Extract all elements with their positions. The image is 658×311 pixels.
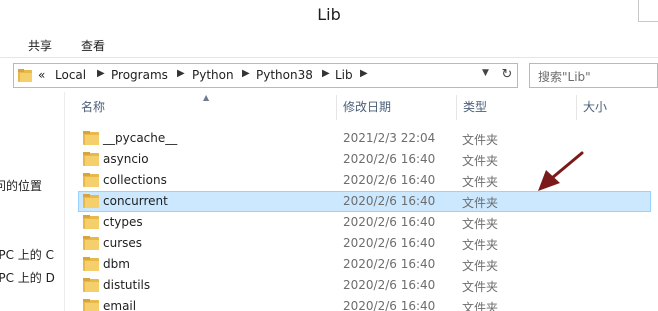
folder-icon: [83, 173, 99, 187]
folder-icon: [83, 278, 99, 292]
file-name: __pycache__: [103, 131, 178, 145]
folder-icon: [83, 257, 99, 271]
title-bar: Lib: [0, 0, 658, 30]
breadcrumb-local[interactable]: Local: [55, 68, 86, 82]
folder-icon: [18, 69, 32, 82]
list-item[interactable]: ctypes 2020/2/6 16:40 文件夹: [78, 212, 651, 233]
search-placeholder: 搜索"Lib": [538, 70, 591, 84]
breadcrumb-overflow[interactable]: «: [38, 68, 45, 82]
file-date: 2020/2/6 16:40: [343, 299, 436, 311]
search-input[interactable]: 搜索"Lib": [529, 63, 658, 88]
nav-item-drive-c[interactable]: -PC 上的 C: [0, 246, 54, 263]
file-name: collections: [103, 173, 167, 187]
file-type: 文件夹: [462, 280, 499, 294]
breadcrumb-separator-icon[interactable]: ▶: [177, 68, 185, 79]
tab-share[interactable]: 共享: [28, 37, 52, 54]
file-date: 2021/2/3 22:04: [343, 131, 436, 145]
folder-icon: [83, 236, 99, 250]
folder-icon: [83, 152, 99, 166]
file-name: concurrent: [103, 194, 168, 208]
column-name[interactable]: 名称: [75, 95, 337, 120]
navigation-pane: 问的位置 -PC 上的 C -PC 上的 D: [0, 92, 64, 311]
file-date: 2020/2/6 16:40: [343, 278, 436, 292]
breadcrumb-python[interactable]: Python: [192, 68, 234, 82]
column-date[interactable]: 修改日期: [337, 95, 457, 120]
file-date: 2020/2/6 16:40: [343, 194, 436, 208]
file-type: 文件夹: [462, 259, 499, 273]
refresh-icon[interactable]: ↻: [498, 67, 516, 85]
breadcrumb-programs[interactable]: Programs: [111, 68, 168, 82]
address-bar[interactable]: « Local ▶ Programs ▶ Python ▶ Python38 ▶…: [13, 63, 518, 88]
breadcrumb-separator-icon[interactable]: ▶: [97, 68, 105, 79]
file-date: 2020/2/6 16:40: [343, 236, 436, 250]
column-type[interactable]: 类型: [457, 95, 577, 120]
folder-icon: [83, 194, 99, 208]
nav-item-recent[interactable]: 问的位置: [0, 177, 42, 194]
folder-icon: [83, 131, 99, 145]
annotation-arrow-icon: [538, 151, 584, 191]
breadcrumb-separator-icon[interactable]: ▶: [360, 68, 368, 79]
file-type: 文件夹: [462, 301, 499, 311]
file-type: 文件夹: [462, 196, 499, 210]
nav-item-drive-d[interactable]: -PC 上的 D: [0, 269, 55, 286]
file-name: distutils: [103, 278, 151, 292]
folder-icon: [83, 215, 99, 229]
window-control-button[interactable]: [638, 0, 658, 22]
list-item[interactable]: curses 2020/2/6 16:40 文件夹: [78, 233, 651, 254]
file-name: asyncio: [103, 152, 149, 166]
folder-icon: [83, 299, 99, 311]
ribbon: 共享 查看: [0, 30, 658, 58]
breadcrumb-python38[interactable]: Python38: [256, 68, 313, 82]
file-date: 2020/2/6 16:40: [343, 152, 436, 166]
file-name: ctypes: [103, 215, 143, 229]
list-item[interactable]: __pycache__ 2021/2/3 22:04 文件夹: [78, 128, 651, 149]
file-name: email: [103, 299, 137, 311]
breadcrumb-separator-icon[interactable]: ▶: [242, 68, 250, 79]
list-item[interactable]: distutils 2020/2/6 16:40 文件夹: [78, 275, 651, 296]
file-type: 文件夹: [462, 133, 499, 147]
file-date: 2020/2/6 16:40: [343, 257, 436, 271]
window-title: Lib: [317, 5, 341, 24]
file-date: 2020/2/6 16:40: [343, 173, 436, 187]
tab-view[interactable]: 查看: [81, 37, 105, 54]
list-item[interactable]: email 2020/2/6 16:40 文件夹: [78, 296, 651, 311]
file-type: 文件夹: [462, 175, 499, 189]
breadcrumb-lib[interactable]: Lib: [335, 68, 353, 82]
column-header: ▲ 名称 修改日期 类型 大小: [65, 93, 658, 120]
column-size[interactable]: 大小: [577, 95, 658, 120]
file-type: 文件夹: [462, 217, 499, 231]
file-date: 2020/2/6 16:40: [343, 215, 436, 229]
breadcrumb-separator-icon[interactable]: ▶: [322, 68, 330, 79]
chevron-down-icon[interactable]: ▼: [482, 68, 494, 78]
pane-divider[interactable]: [64, 92, 65, 311]
file-type: 文件夹: [462, 154, 499, 168]
file-name: dbm: [103, 257, 130, 271]
file-type: 文件夹: [462, 238, 499, 252]
file-name: curses: [103, 236, 143, 250]
list-item[interactable]: dbm 2020/2/6 16:40 文件夹: [78, 254, 651, 275]
